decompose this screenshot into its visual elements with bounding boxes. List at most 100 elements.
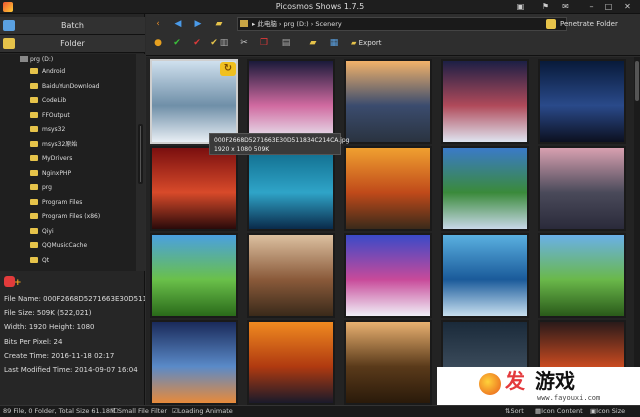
- tree-item[interactable]: FFOutput: [30, 110, 145, 122]
- tree-item[interactable]: CodeLib: [30, 95, 145, 107]
- file-info-line: File Name: 000F2668D5271663E30D5118: [4, 295, 145, 303]
- folder-icon: [30, 97, 38, 103]
- penetrate-folder-button[interactable]: Penetrate Folder: [546, 17, 636, 31]
- toolbar: ‹ ◀ ▶ ▰ ▸ 此电脑 › prg (D:) › Scenery Penet…: [146, 14, 640, 56]
- folder-tree[interactable]: prg (D:) Android BaiduYunDownload CodeLib F…: [0, 54, 145, 271]
- tree-item-label: Qt: [42, 256, 50, 264]
- tree-item[interactable]: BaiduYunDownload: [30, 81, 145, 93]
- folder-label: Folder: [60, 39, 85, 48]
- tree-item-label: BaiduYunDownload: [42, 82, 100, 90]
- tree-item[interactable]: prg: [30, 182, 145, 194]
- thumbnail-autumn-road[interactable]: [344, 146, 432, 231]
- file-info-line: Bits Per Pixel: 24: [4, 337, 63, 346]
- batch-label: Batch: [61, 21, 84, 30]
- thumbnail-red-tunnel[interactable]: [150, 146, 238, 231]
- next-arrow-icon[interactable]: ▶: [190, 17, 206, 31]
- small-file-filter-toggle[interactable]: ☐ Small File Filter: [112, 406, 167, 417]
- plus-icon: +: [14, 278, 22, 288]
- skin-icon[interactable]: ▣: [515, 2, 526, 12]
- thumbnail-star-trail[interactable]: [538, 59, 626, 144]
- thumbnail-sunset-shore[interactable]: [247, 320, 335, 405]
- thumbnail-snow-stars[interactable]: [441, 59, 529, 144]
- batch-button[interactable]: Batch: [0, 17, 145, 35]
- folder-icon: [30, 82, 38, 89]
- tree-item-label: FFOutput: [42, 111, 70, 119]
- watermark-logo: [479, 373, 501, 395]
- check-icon[interactable]: ✔: [171, 36, 183, 50]
- tag-icon[interactable]: ⚑: [540, 2, 551, 12]
- tree-item[interactable]: QQMusicCache: [30, 240, 145, 252]
- open-folder-icon[interactable]: ▰: [212, 17, 226, 31]
- folder-icon: [30, 140, 38, 147]
- tree-item[interactable]: msys32原始: [30, 139, 145, 151]
- icon-size-button[interactable]: ▣ Icon Size: [590, 406, 625, 417]
- tree-item[interactable]: Program Files: [30, 197, 145, 209]
- maximize-icon[interactable]: □: [603, 2, 614, 12]
- file-info-panel: File Name: 000F2668D5271663E30D5118 File …: [0, 292, 145, 377]
- grid-scroll-thumb[interactable]: [635, 61, 639, 101]
- icon-content-button[interactable]: ▦ Icon Content: [535, 406, 583, 417]
- tree-item[interactable]: Qt: [30, 255, 145, 267]
- status-summary: 89 File, 0 Folder, Total Size 61.18M: [3, 407, 116, 415]
- tree-item[interactable]: MyDrivers: [30, 153, 145, 165]
- loading-animate-toggle[interactable]: ☑ Loading Animate: [172, 406, 233, 417]
- tree-item-label: prg: [42, 184, 52, 191]
- address-bar[interactable]: ▸ 此电脑 › prg (D:) › Scenery: [237, 17, 567, 31]
- rotate-icon[interactable]: ↻: [220, 62, 236, 76]
- thumbnail-pier-posts[interactable]: [538, 146, 626, 231]
- back-icon[interactable]: ‹: [152, 17, 164, 31]
- thumbnail-grid[interactable]: [146, 57, 634, 405]
- tree-item-label: MyDrivers: [42, 155, 73, 162]
- thumbnail-blue-hole[interactable]: [247, 146, 335, 231]
- tree-item-label: QQMusicCache: [42, 242, 88, 249]
- tree-scrollbar[interactable]: [136, 54, 145, 271]
- tree-item-label: Program Files (x86): [42, 213, 101, 220]
- thumbnail-glacier[interactable]: [441, 233, 529, 318]
- folder-icon: [3, 38, 15, 49]
- minimize-icon[interactable]: –: [586, 2, 597, 12]
- thumbnail-purple-grass[interactable]: [344, 233, 432, 318]
- grid-scrollbar[interactable]: [634, 57, 640, 405]
- user-icon[interactable]: ●: [152, 36, 164, 50]
- add-favorite-button[interactable]: +: [4, 276, 22, 288]
- tree-item[interactable]: Program Files (x86): [30, 211, 145, 223]
- rename-icon[interactable]: ▦: [328, 36, 340, 50]
- paste-icon[interactable]: ▤: [280, 36, 292, 50]
- new-folder-icon[interactable]: ▰: [306, 36, 320, 50]
- export-button[interactable]: ▰ Export: [351, 36, 411, 50]
- folder-icon: [30, 198, 38, 205]
- prev-arrow-icon[interactable]: ◀: [170, 17, 186, 31]
- cut-icon[interactable]: ✂: [238, 36, 250, 50]
- folder-button[interactable]: Folder: [0, 35, 145, 53]
- thumbnail-green-hills[interactable]: [538, 233, 626, 318]
- thumbnail-dusk-lake[interactable]: [344, 59, 432, 144]
- copy-icon[interactable]: ❐: [258, 36, 270, 50]
- check-red-icon[interactable]: ✔: [191, 36, 203, 50]
- tree-item[interactable]: Android: [30, 66, 145, 78]
- pc-icon: [240, 20, 248, 27]
- thumbnail-beach-clouds[interactable]: [150, 320, 238, 405]
- folder-icon: [30, 155, 38, 161]
- tooltip-filename: 000F2668D5271663E30D511834C214CA.jpg: [214, 137, 350, 144]
- tree-item[interactable]: msys32: [30, 124, 145, 136]
- thumbnail-sand-cliff[interactable]: [247, 233, 335, 318]
- folder-icon: [30, 126, 38, 132]
- tree-item[interactable]: Qiyi: [30, 226, 145, 238]
- tree-item-label: NginxPHP: [42, 169, 72, 177]
- thumbnail-misty-trees[interactable]: [344, 320, 432, 405]
- tree-scroll-thumb[interactable]: [138, 124, 143, 184]
- delete-icon[interactable]: ▥: [218, 36, 230, 50]
- thumbnail-green-cottage[interactable]: [150, 233, 238, 318]
- message-icon[interactable]: ✉: [560, 2, 571, 12]
- export-icon: ▰: [351, 39, 357, 47]
- file-info-line: Create Time: 2016-11-18 02:17: [4, 351, 115, 360]
- tree-root[interactable]: prg (D:): [20, 54, 145, 66]
- close-icon[interactable]: ✕: [622, 2, 633, 12]
- watermark-text: 游戏: [535, 369, 575, 393]
- thumbnail-mountain-lake[interactable]: [441, 146, 529, 231]
- thumbnail-ice-sunset[interactable]: [247, 59, 335, 144]
- tree-item[interactable]: NginxPHP: [30, 168, 145, 180]
- sort-button[interactable]: ⇅ Sort: [505, 406, 524, 417]
- folder-icon: [30, 111, 38, 118]
- tree-item-label: Qiyi: [42, 227, 54, 235]
